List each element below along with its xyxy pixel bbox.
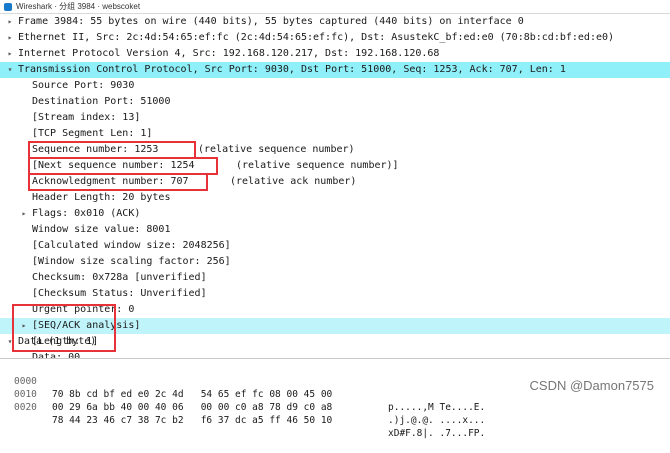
hex-row[interactable]: 0010 00 29 6a bb 40 00 40 06 00 00 c0 a8… (0, 375, 485, 426)
tcp-ack-number[interactable]: Acknowledgment number: 707 (relative ack… (0, 174, 670, 190)
expand-arrow-icon[interactable]: ▸ (6, 46, 14, 62)
tcp-urgent-pointer[interactable]: Urgent pointer: 0 (0, 302, 670, 318)
expand-arrow-icon[interactable]: ▸ (6, 14, 14, 30)
tcp-window-scaling[interactable]: [Window size scaling factor: 256] (0, 254, 670, 270)
tree-row-frame[interactable]: ▸ Frame 3984: 55 bytes on wire (440 bits… (0, 14, 670, 30)
tcp-src-port[interactable]: Source Port: 9030 (0, 78, 670, 94)
tcp-checksum[interactable]: Checksum: 0x728a [unverified] (0, 270, 670, 286)
tcp-header-length[interactable]: Header Length: 20 bytes (0, 190, 670, 206)
tcp-checksum-status[interactable]: [Checksum Status: Unverified] (0, 286, 670, 302)
tcp-seq-number[interactable]: Sequence number: 1253 (relative sequence… (0, 142, 670, 158)
collapse-arrow-icon[interactable]: ▾ (6, 62, 14, 78)
tree-row-tcp[interactable]: ▾ Transmission Control Protocol, Src Por… (0, 62, 670, 78)
tcp-calculated-window[interactable]: [Calculated window size: 2048256] (0, 238, 670, 254)
tcp-next-seq-number[interactable]: [Next sequence number: 1254 (relative se… (0, 158, 670, 174)
data-length[interactable]: [Length: 1] (0, 334, 670, 350)
wireshark-icon (4, 2, 12, 11)
tcp-window-size[interactable]: Window size value: 8001 (0, 222, 670, 238)
tree-row-ip[interactable]: ▸ Internet Protocol Version 4, Src: 192.… (0, 46, 670, 62)
expand-arrow-icon[interactable]: ▸ (6, 30, 14, 46)
tcp-stream-index[interactable]: [Stream index: 13] (0, 110, 670, 126)
pane-divider[interactable] (0, 358, 670, 359)
expand-arrow-icon[interactable]: ▸ (20, 318, 28, 334)
tree-row-ethernet[interactable]: ▸ Ethernet II, Src: 2c:4d:54:65:ef:fc (2… (0, 30, 670, 46)
tcp-segment-len[interactable]: [TCP Segment Len: 1] (0, 126, 670, 142)
hex-row[interactable]: 0020 78 44 23 46 c7 38 7c b2 f6 37 dc a5… (0, 388, 485, 439)
watermark: CSDN @Damon7575 (529, 378, 654, 393)
expand-arrow-icon[interactable]: ▸ (20, 206, 28, 222)
window-title: Wireshark · 分组 3984 · webscoket (16, 2, 141, 11)
title-bar: Wireshark · 分组 3984 · webscoket (0, 0, 670, 14)
tcp-dst-port[interactable]: Destination Port: 51000 (0, 94, 670, 110)
tcp-seq-ack-analysis[interactable]: ▸ [SEQ/ACK analysis] (0, 318, 670, 334)
data-value[interactable]: Data: 00 (0, 350, 670, 358)
tcp-flags[interactable]: ▸ Flags: 0x010 (ACK) (0, 206, 670, 222)
hex-row[interactable]: 0000 70 8b cd bf ed e0 2c 4d 54 65 ef fc… (0, 362, 485, 413)
packet-detail-tree[interactable]: ▸ Frame 3984: 55 bytes on wire (440 bits… (0, 14, 670, 358)
